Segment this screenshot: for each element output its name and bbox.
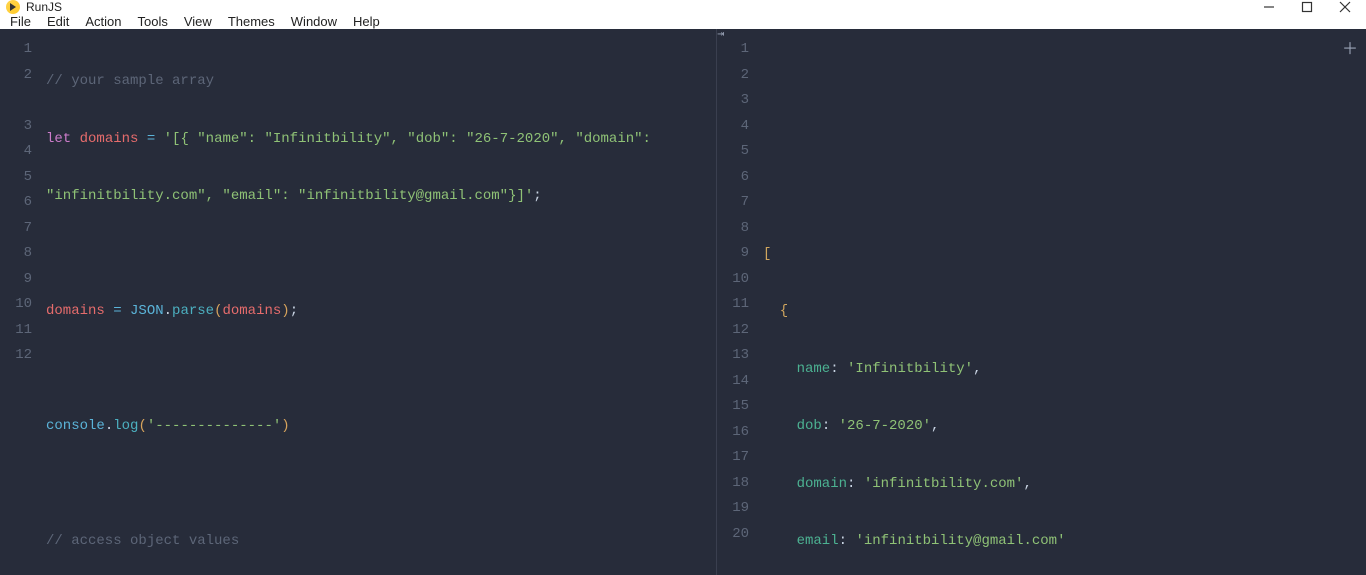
line-number: 17 — [717, 445, 761, 471]
line-number: 3 — [717, 88, 761, 114]
line-number: 10 — [0, 292, 44, 318]
code-token: '--------------' — [147, 418, 281, 434]
code-token: . — [105, 418, 113, 434]
out-token: dob — [763, 418, 822, 434]
out-token: '26-7-2020' — [839, 418, 931, 434]
line-number: 7 — [717, 190, 761, 216]
window-controls — [1262, 0, 1360, 14]
code-token: domains — [46, 303, 105, 319]
line-number: 11 — [717, 292, 761, 318]
splitter-handle-icon[interactable]: ⇤⇥ — [717, 29, 724, 41]
code-token: ( — [138, 418, 146, 434]
line-number: 19 — [717, 496, 761, 522]
line-number: 2 — [0, 63, 44, 89]
out-token: email — [763, 533, 839, 549]
menu-help[interactable]: Help — [353, 14, 380, 29]
line-number: 6 — [717, 165, 761, 191]
maximize-button[interactable] — [1300, 0, 1314, 14]
out-token: 'infinitbility@gmail.com' — [855, 533, 1065, 549]
out-token: : — [822, 418, 839, 434]
code-token: ) — [281, 303, 289, 319]
line-number: 14 — [717, 369, 761, 395]
out-token: [ — [763, 246, 771, 262]
line-number: 5 — [717, 139, 761, 165]
editor-code[interactable]: // your sample array let domains = '[{ "… — [44, 29, 716, 575]
code-token: '[{ "name": "Infinitbility", "dob": "26-… — [164, 131, 651, 147]
line-number: 9 — [0, 267, 44, 293]
code-token: ; — [290, 303, 298, 319]
out-token: 'infinitbility.com' — [864, 476, 1024, 492]
out-token: , — [973, 361, 981, 377]
line-number: 7 — [0, 216, 44, 242]
code-token: "infinitbility.com", "email": "infinitbi… — [46, 188, 533, 204]
output-code: [ { name: 'Infinitbility', dob: '26-7-20… — [761, 29, 1366, 575]
line-number: 1 — [0, 37, 44, 63]
code-token: // access object values — [46, 533, 239, 549]
code-token: log — [113, 418, 138, 434]
app-icon — [6, 0, 20, 14]
line-number: 16 — [717, 420, 761, 446]
editor-gutter: 1 2 3 4 5 6 7 8 9 10 11 12 — [0, 29, 44, 575]
output-pane[interactable]: ⇤⇥ ＋ 1 2 3 4 5 6 7 8 9 10 11 12 13 14 15… — [717, 29, 1366, 575]
menu-view[interactable]: View — [184, 14, 212, 29]
line-number: 6 — [0, 190, 44, 216]
line-number: 4 — [0, 139, 44, 165]
line-number: 5 — [0, 165, 44, 191]
code-token: = — [105, 303, 130, 319]
out-token: : — [839, 533, 856, 549]
code-token: let — [46, 131, 71, 147]
add-tab-icon[interactable]: ＋ — [1342, 35, 1358, 59]
code-token: ; — [533, 188, 541, 204]
close-button[interactable] — [1338, 0, 1352, 14]
line-number: 4 — [717, 114, 761, 140]
out-token: : — [847, 476, 864, 492]
code-token: domains — [222, 303, 281, 319]
line-number: 15 — [717, 394, 761, 420]
line-number: 3 — [0, 114, 44, 140]
code-token: ) — [281, 418, 289, 434]
out-token: 'Infinitbility' — [847, 361, 973, 377]
out-token: name — [763, 361, 830, 377]
line-number: 9 — [717, 241, 761, 267]
out-token: , — [931, 418, 939, 434]
minimize-button[interactable] — [1262, 0, 1276, 14]
line-number: 8 — [0, 241, 44, 267]
code-token: = — [138, 131, 163, 147]
code-token: // your sample array — [46, 73, 214, 89]
out-token: { — [763, 303, 788, 319]
line-number: 20 — [717, 522, 761, 548]
menu-bar: File Edit Action Tools View Themes Windo… — [0, 14, 1366, 29]
line-number: 12 — [0, 343, 44, 369]
line-number: 11 — [0, 318, 44, 344]
code-token: parse — [172, 303, 214, 319]
menu-window[interactable]: Window — [291, 14, 337, 29]
line-number: 12 — [717, 318, 761, 344]
code-token: domains — [80, 131, 139, 147]
menu-themes[interactable]: Themes — [228, 14, 275, 29]
titlebar: RunJS — [0, 0, 1366, 14]
out-token: , — [1023, 476, 1031, 492]
code-token: . — [164, 303, 172, 319]
out-token: : — [830, 361, 847, 377]
output-gutter: 1 2 3 4 5 6 7 8 9 10 11 12 13 14 15 16 1… — [717, 29, 761, 575]
menu-edit[interactable]: Edit — [47, 14, 69, 29]
code-token: console — [46, 418, 105, 434]
line-number: 18 — [717, 471, 761, 497]
editor-pane[interactable]: 1 2 3 4 5 6 7 8 9 10 11 12 // your sampl… — [0, 29, 717, 575]
menu-action[interactable]: Action — [85, 14, 121, 29]
menu-tools[interactable]: Tools — [138, 14, 168, 29]
menu-file[interactable]: File — [10, 14, 31, 29]
line-number: 13 — [717, 343, 761, 369]
line-number — [0, 88, 44, 114]
out-token: domain — [763, 476, 847, 492]
line-number: 8 — [717, 216, 761, 242]
code-token: JSON — [130, 303, 164, 319]
app-title: RunJS — [26, 0, 62, 14]
workspace: 1 2 3 4 5 6 7 8 9 10 11 12 // your sampl… — [0, 29, 1366, 575]
line-number: 2 — [717, 63, 761, 89]
line-number: 10 — [717, 267, 761, 293]
